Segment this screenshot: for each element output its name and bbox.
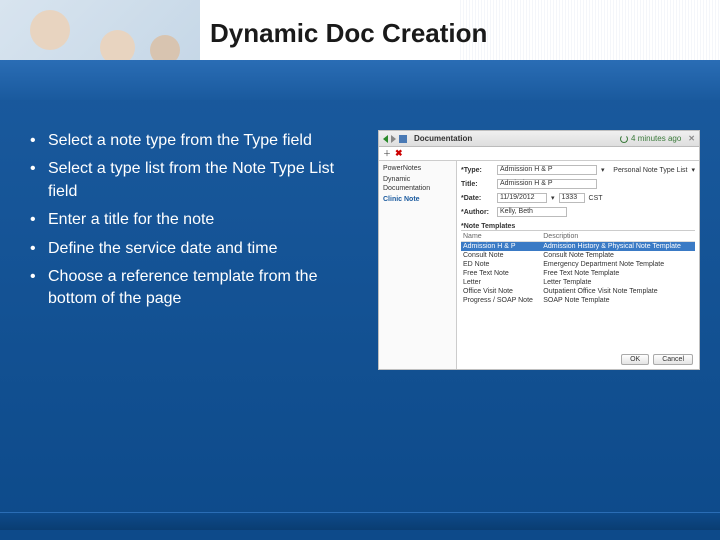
cell-name: Consult Note [461,251,541,260]
side-nav: PowerNotes Dynamic Documentation Clinic … [379,161,457,369]
forward-icon[interactable] [391,135,396,143]
cancel-button[interactable]: Cancel [653,354,693,365]
close-icon[interactable]: ✕ [688,134,695,143]
add-icon[interactable]: ＋ [383,148,391,159]
home-icon[interactable] [399,135,407,143]
table-row[interactable]: Progress / SOAP Note SOAP Note Template [461,296,695,305]
cell-name: Admission H & P [461,242,541,252]
col-desc: Description [541,232,695,242]
sidebar-item-powernotes[interactable]: PowerNotes [381,163,454,174]
instruction-item: Define the service date and time [28,238,358,260]
type-select[interactable]: Admission H & P [497,165,597,175]
cell-desc: Free Text Note Template [541,269,695,278]
title-input[interactable]: Admission H & P [497,179,597,189]
content-area: Select a note type from the Type field S… [28,130,700,500]
instruction-item: Enter a title for the note [28,209,358,231]
slide-footer-bar [0,512,720,530]
date-label: *Date: [461,195,493,202]
sidebar-item-dynamic[interactable]: Dynamic Documentation [381,174,454,194]
section-title: Documentation [414,134,472,143]
back-icon[interactable] [383,135,388,143]
header-decoration [460,0,720,60]
tz-label: CST [589,195,603,202]
author-label: *Author: [461,209,493,216]
cell-name: Free Text Note [461,269,541,278]
photo-figure [30,10,70,50]
instructions-column: Select a note type from the Type field S… [28,130,358,500]
chevron-down-icon[interactable]: ▾ [601,166,605,174]
table-row[interactable]: Free Text Note Free Text Note Template [461,269,695,278]
table-row[interactable]: ED Note Emergency Department Note Templa… [461,260,695,269]
refresh-icon[interactable] [620,135,628,143]
main-panel: *Type: Admission H & P ▾ Personal Note T… [457,161,699,369]
cell-desc: Letter Template [541,278,695,287]
table-row[interactable]: Letter Letter Template [461,278,695,287]
sub-toolbar: ＋ ✖ [379,147,699,161]
instruction-item: Choose a reference template from the bot… [28,266,358,311]
type-row: *Type: Admission H & P ▾ Personal Note T… [461,165,695,175]
author-input[interactable]: Kelly, Beth [497,207,567,217]
col-name: Name [461,232,541,242]
table-row[interactable]: Office Visit Note Outpatient Office Visi… [461,287,695,296]
title-label: Title: [461,181,493,188]
cell-name: ED Note [461,260,541,269]
instruction-list: Select a note type from the Type field S… [28,130,358,311]
header-bar [0,60,720,100]
cell-name: Letter [461,278,541,287]
ok-button[interactable]: OK [621,354,649,365]
time-input[interactable]: 1333 [559,193,585,203]
table-header-row: Name Description [461,232,695,242]
chevron-down-icon[interactable]: ▾ [691,166,695,174]
templates-table: Name Description Admission H & P Admissi… [461,232,695,305]
app-toolbar: Documentation 4 minutes ago ✕ [379,131,699,147]
type-label: *Type: [461,167,493,174]
toolbar-right: 4 minutes ago ✕ [620,134,695,143]
date-input[interactable]: 11/19/2012 [497,193,547,203]
cell-desc: Emergency Department Note Template [541,260,695,269]
app-screenshot: Documentation 4 minutes ago ✕ ＋ ✖ PowerN… [378,130,700,370]
date-row: *Date: 11/19/2012 ▾ 1333 CST [461,193,695,203]
table-row[interactable]: Admission H & P Admission History & Phys… [461,242,695,252]
calendar-icon[interactable]: ▾ [551,194,555,202]
cell-desc: SOAP Note Template [541,296,695,305]
instruction-item: Select a type list from the Note Type Li… [28,158,358,203]
cell-name: Progress / SOAP Note [461,296,541,305]
sidebar-item-clinic[interactable]: Clinic Note [381,194,454,205]
dialog-buttons: OK Cancel [621,354,693,365]
cell-name: Office Visit Note [461,287,541,296]
type-list-label[interactable]: Personal Note Type List [613,167,687,174]
title-row: Title: Admission H & P [461,179,695,189]
cell-desc: Admission History & Physical Note Templa… [541,242,695,252]
refresh-ago: 4 minutes ago [631,134,681,143]
table-row[interactable]: Consult Note Consult Note Template [461,251,695,260]
instruction-item: Select a note type from the Type field [28,130,358,152]
author-row: *Author: Kelly, Beth [461,207,695,217]
templates-heading: *Note Templates [461,223,695,231]
slide-title: Dynamic Doc Creation [210,18,487,49]
delete-icon[interactable]: ✖ [395,148,403,159]
cell-desc: Outpatient Office Visit Note Template [541,287,695,296]
cell-desc: Consult Note Template [541,251,695,260]
